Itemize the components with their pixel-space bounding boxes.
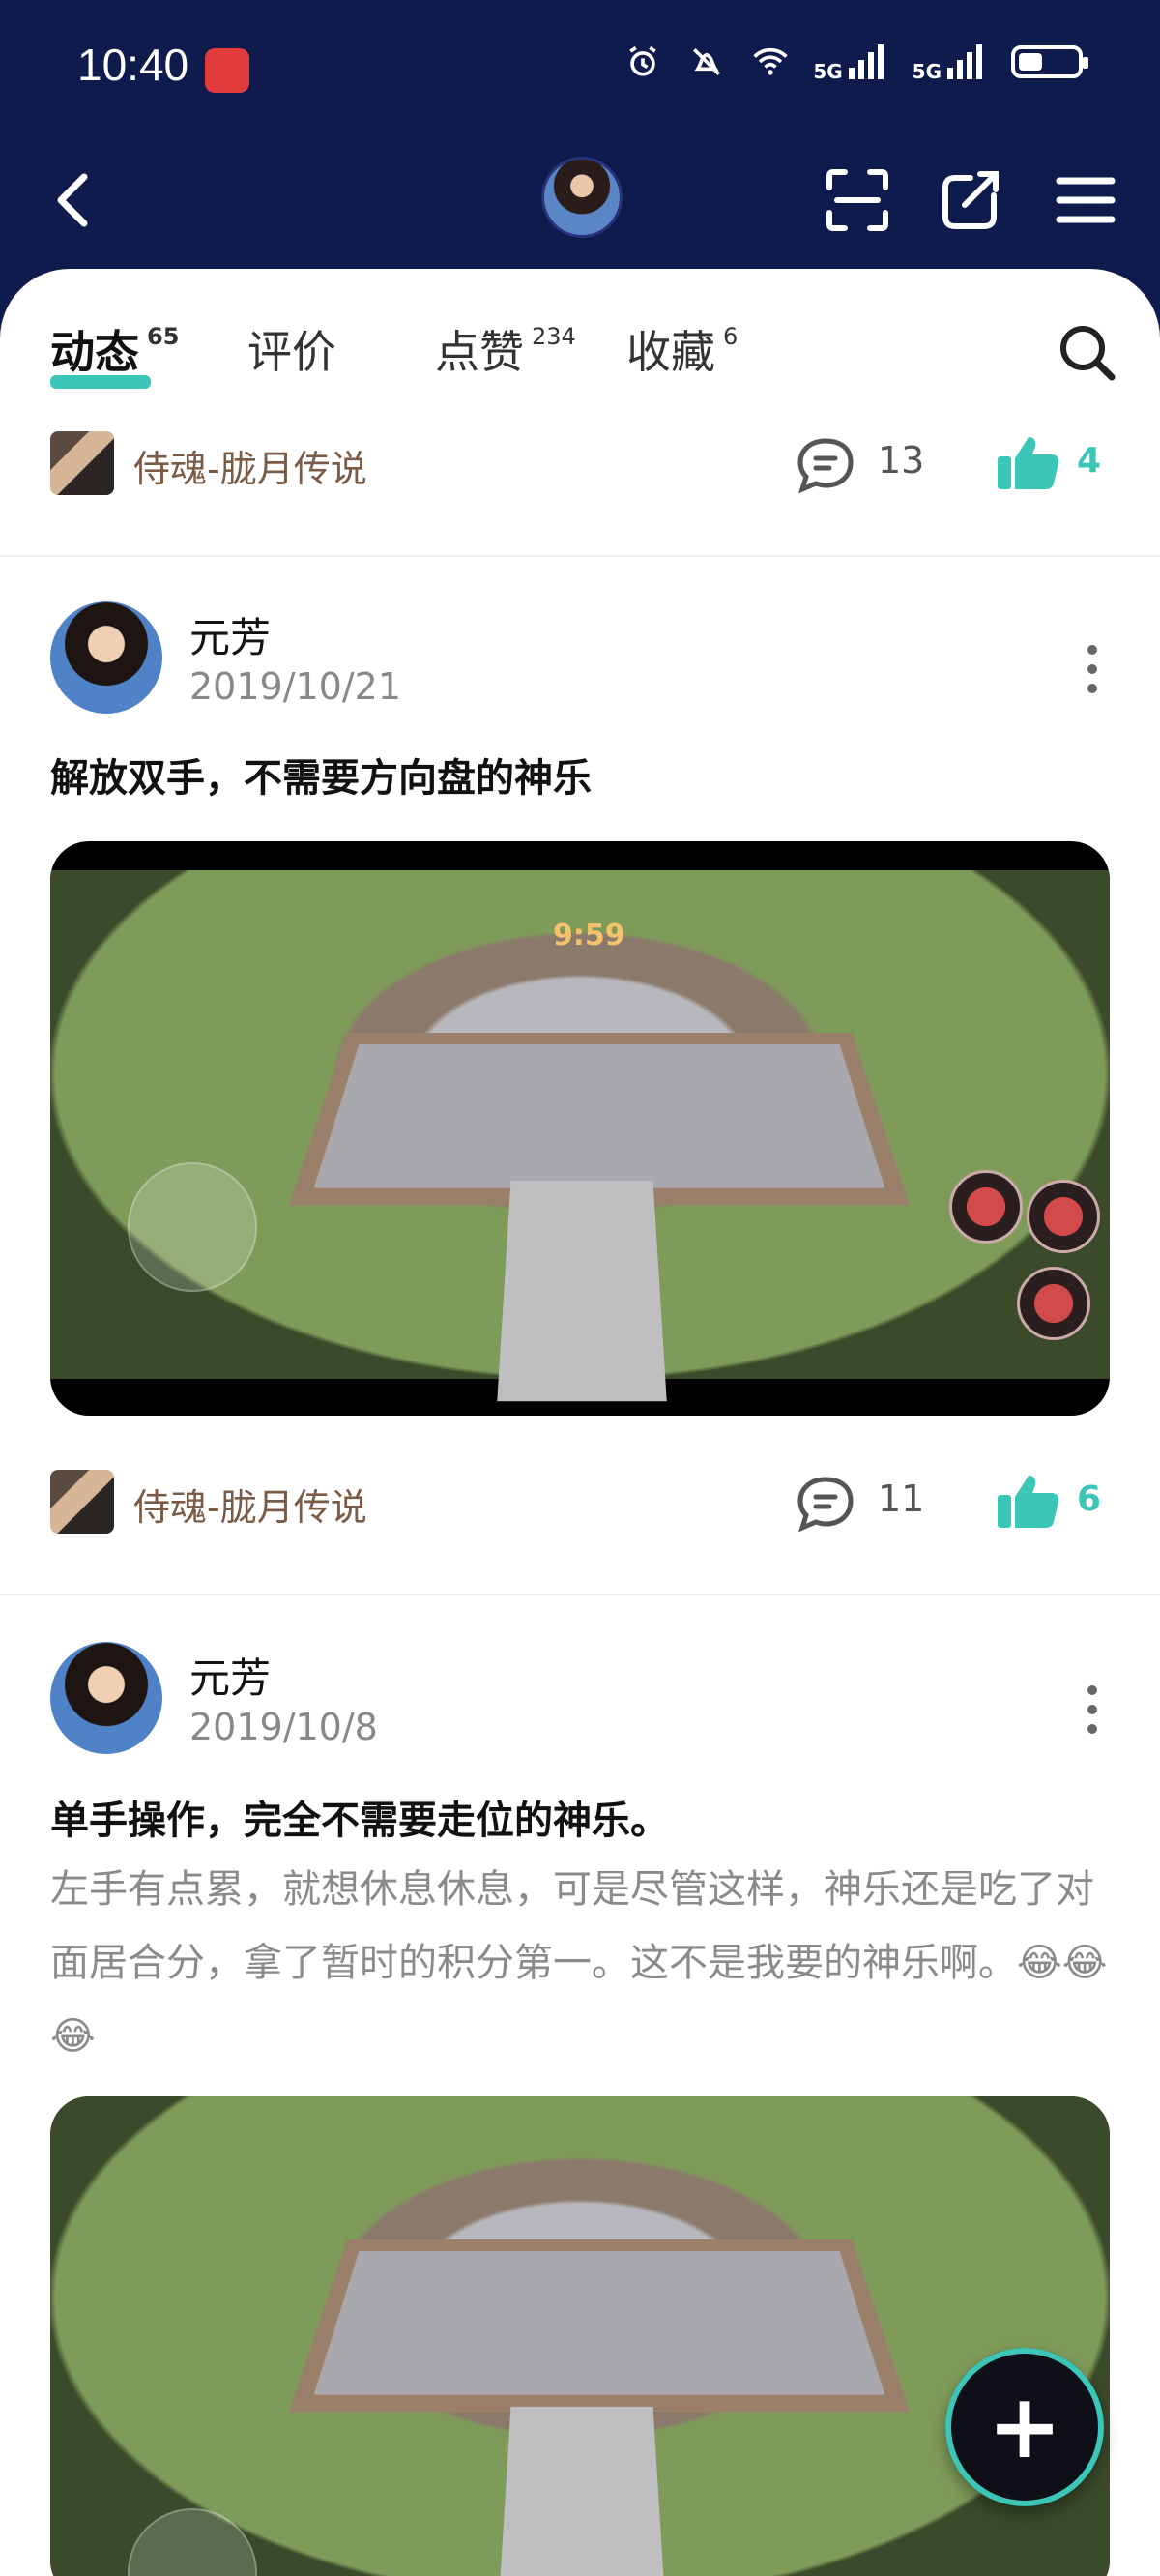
video-timer: 9:59 <box>553 919 625 952</box>
tab-reviews[interactable]: 评价 <box>247 317 336 381</box>
share-icon <box>942 171 999 229</box>
post-meta-row: 侍魂-胧月传说 13 4 <box>0 414 1160 501</box>
video-player[interactable] <box>50 2096 1110 2576</box>
post-body[interactable]: 左手有点累，就想休息休息，可是尽管这样，神乐还是吃了对面居合分，拿了暂时的积分第… <box>50 1853 1114 2073</box>
share-button[interactable] <box>928 157 1015 244</box>
post-header: 元芳 2019/10/8 <box>0 1642 1160 1768</box>
create-post-button[interactable]: + <box>945 2348 1104 2506</box>
alarm-icon <box>629 45 657 76</box>
scan-button[interactable] <box>814 157 901 244</box>
like-icon[interactable] <box>996 1470 1059 1532</box>
menu-button[interactable] <box>1042 157 1129 244</box>
status-icons: 5G 5G <box>622 43 1088 81</box>
game-name-link[interactable]: 侍魂-胧月传说 <box>133 439 367 492</box>
skill-button <box>949 1170 1023 1244</box>
scan-icon <box>826 169 888 231</box>
back-icon <box>57 173 88 227</box>
scene-plaza <box>288 1032 911 1206</box>
like-count: 6 <box>1077 1479 1102 1519</box>
signal-icon <box>947 44 982 79</box>
post-header: 元芳 2019/10/21 <box>0 601 1160 727</box>
post-title[interactable]: 解放双手，不需要方向盘的神乐 <box>50 746 592 803</box>
joystick <box>128 2508 257 2576</box>
status-bar: 10:40 5G 5G <box>0 0 1160 135</box>
network-label-2: 5G <box>912 60 942 83</box>
skill-button <box>1017 1267 1090 1340</box>
scene-path <box>497 2406 667 2576</box>
content-card: 动态 65 评价 点赞 234 收藏 6 侍魂-胧月传说 13 4 元芳 201… <box>0 269 1160 2576</box>
skill-button <box>1027 1180 1100 1253</box>
tab-bar: 动态 65 评价 点赞 234 收藏 6 <box>0 269 1160 414</box>
more-options-icon[interactable] <box>1083 1681 1102 1739</box>
comment-count: 13 <box>878 439 925 482</box>
divider <box>0 1594 1160 1595</box>
video-thumbnail <box>50 2096 1110 2576</box>
network-label-1: 5G <box>813 60 843 83</box>
tab-count: 6 <box>723 322 739 350</box>
network-5g-2: 5G <box>913 43 990 81</box>
comment-icon[interactable] <box>795 435 856 493</box>
author-name[interactable]: 元芳 <box>189 1646 271 1705</box>
tab-favorites[interactable]: 收藏 6 <box>626 317 738 381</box>
comment-icon[interactable] <box>795 1474 856 1532</box>
scene-path <box>497 1180 667 1402</box>
post-meta-row: 侍魂-胧月传说 11 6 <box>0 1452 1160 1539</box>
network-5g-1: 5G <box>813 43 890 81</box>
author-name[interactable]: 元芳 <box>189 605 271 664</box>
fab-label: + <box>987 2375 1062 2478</box>
tab-dynamics[interactable]: 动态 65 <box>50 317 179 381</box>
divider <box>0 555 1160 557</box>
author-avatar[interactable] <box>50 1642 162 1754</box>
app-badge-icon <box>205 48 249 93</box>
profile-avatar[interactable] <box>541 157 623 238</box>
game-thumbnail[interactable] <box>50 431 114 495</box>
comment-count: 11 <box>878 1478 925 1520</box>
tab-count: 65 <box>147 322 180 350</box>
tab-count: 234 <box>532 322 576 350</box>
tab-label: 动态 <box>50 326 139 378</box>
post-date: 2019/10/21 <box>189 665 402 708</box>
like-icon[interactable] <box>996 431 1059 493</box>
top-nav-bar <box>0 135 1160 280</box>
tab-likes[interactable]: 点赞 234 <box>435 317 576 381</box>
battery-icon <box>1011 45 1088 78</box>
like-count: 4 <box>1077 441 1102 481</box>
post-title[interactable]: 单手操作，完全不需要走位的神乐。 <box>50 1789 669 1845</box>
search-icon <box>1060 326 1116 381</box>
post-date: 2019/10/8 <box>189 1706 378 1748</box>
back-button[interactable] <box>29 157 116 244</box>
status-time: 10:40 <box>77 40 189 90</box>
video-player[interactable]: 9:59 <box>50 841 1110 1416</box>
active-tab-indicator <box>50 375 151 389</box>
tab-label: 评价 <box>247 326 336 378</box>
search-button[interactable] <box>1054 319 1121 387</box>
wifi-icon <box>753 47 788 75</box>
video-thumbnail: 9:59 <box>50 870 1110 1402</box>
game-name-link[interactable]: 侍魂-胧月传说 <box>133 1478 367 1531</box>
signal-icon <box>848 44 884 79</box>
menu-icon <box>1056 177 1116 223</box>
tab-label: 点赞 <box>435 326 524 378</box>
game-thumbnail[interactable] <box>50 1470 114 1534</box>
author-avatar[interactable] <box>50 601 162 714</box>
more-options-icon[interactable] <box>1083 640 1102 698</box>
mute-icon <box>693 47 721 76</box>
tab-label: 收藏 <box>626 326 715 378</box>
scene-plaza <box>288 2239 911 2413</box>
joystick <box>128 1162 257 1292</box>
